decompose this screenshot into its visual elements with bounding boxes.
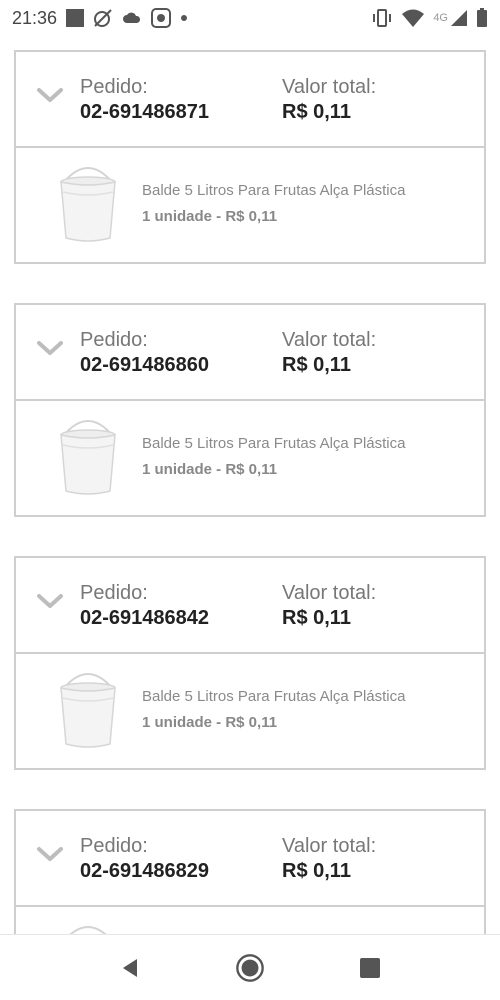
order-card: Pedido: 02-691486829 Valor total: R$ 0,1…	[14, 809, 486, 934]
muted-notification-icon	[93, 8, 113, 28]
status-time: 21:36	[12, 7, 58, 28]
status-left: 21:36	[12, 8, 188, 29]
order-item[interactable]: Balde 5 Litros Para Frutas Alça Plástica…	[16, 148, 484, 262]
wifi-icon	[401, 8, 425, 28]
order-list[interactable]: Pedido: 02-691486871 Valor total: R$ 0,1…	[0, 36, 500, 934]
order-label: Pedido:	[80, 835, 148, 857]
status-bar: 21:36 4G	[0, 0, 500, 36]
chevron-down-icon[interactable]	[36, 590, 64, 612]
product-quantity-price: 1 unidade - R$ 0,11	[142, 461, 278, 478]
total-label: Valor total:	[282, 329, 377, 351]
order-number: 02-691486842	[80, 607, 210, 629]
total-value: R$ 0,11	[282, 101, 351, 123]
bucket-product-image	[60, 420, 116, 495]
order-number: 02-691486829	[80, 860, 210, 882]
order-header[interactable]: Pedido: 02-691486829 Valor total: R$ 0,1…	[16, 811, 484, 907]
order-item[interactable]	[16, 907, 484, 934]
order-card: Pedido: 02-691486860 Valor total: R$ 0,1…	[14, 303, 486, 517]
chevron-down-icon[interactable]	[36, 843, 64, 865]
order-label: Pedido:	[80, 329, 148, 351]
navigation-bar	[0, 934, 500, 1000]
order-item[interactable]: Balde 5 Litros Para Frutas Alça Plástica…	[16, 401, 484, 515]
square-notification-icon	[66, 9, 85, 27]
product-name: Balde 5 Litros Para Frutas Alça Plástica	[142, 435, 406, 452]
status-right: 4G	[371, 8, 488, 28]
order-number: 02-691486860	[80, 354, 210, 376]
chevron-down-icon[interactable]	[36, 84, 64, 106]
bucket-product-image	[69, 926, 107, 934]
order-header[interactable]: Pedido: 02-691486860 Valor total: R$ 0,1…	[16, 305, 484, 401]
order-header[interactable]: Pedido: 02-691486842 Valor total: R$ 0,1…	[16, 558, 484, 654]
total-value: R$ 0,11	[282, 607, 351, 629]
order-number: 02-691486871	[80, 101, 210, 123]
total-value: R$ 0,11	[282, 860, 351, 882]
bucket-product-image	[60, 673, 116, 748]
network-type-label: 4G	[433, 12, 448, 24]
product-name: Balde 5 Litros Para Frutas Alça Plástica	[142, 688, 406, 705]
order-card: Pedido: 02-691486871 Valor total: R$ 0,1…	[14, 50, 486, 264]
product-quantity-price: 1 unidade - R$ 0,11	[142, 714, 278, 731]
recents-button[interactable]	[355, 953, 385, 983]
order-header[interactable]: Pedido: 02-691486871 Valor total: R$ 0,1…	[16, 52, 484, 148]
order-card: Pedido: 02-691486842 Valor total: R$ 0,1…	[14, 556, 486, 770]
vibrate-icon	[371, 8, 393, 28]
signal-icon	[450, 9, 468, 27]
order-item[interactable]: Balde 5 Litros Para Frutas Alça Plástica…	[16, 654, 484, 768]
order-label: Pedido:	[80, 76, 148, 98]
total-label: Valor total:	[282, 582, 377, 604]
chevron-down-icon[interactable]	[36, 337, 64, 359]
back-button[interactable]	[115, 953, 145, 983]
battery-icon	[476, 8, 488, 28]
cloud-notification-icon	[122, 8, 142, 28]
back-icon	[123, 958, 137, 977]
app-notification-icon	[151, 8, 172, 28]
recents-icon	[360, 957, 380, 978]
order-label: Pedido:	[80, 582, 148, 604]
dot-icon	[180, 14, 188, 22]
bucket-product-image	[60, 167, 116, 242]
home-button[interactable]	[235, 953, 265, 983]
home-icon	[236, 953, 264, 982]
total-label: Valor total:	[282, 835, 377, 857]
product-quantity-price: 1 unidade - R$ 0,11	[142, 208, 278, 225]
total-label: Valor total:	[282, 76, 377, 98]
product-name: Balde 5 Litros Para Frutas Alça Plástica	[142, 182, 406, 199]
total-value: R$ 0,11	[282, 354, 351, 376]
